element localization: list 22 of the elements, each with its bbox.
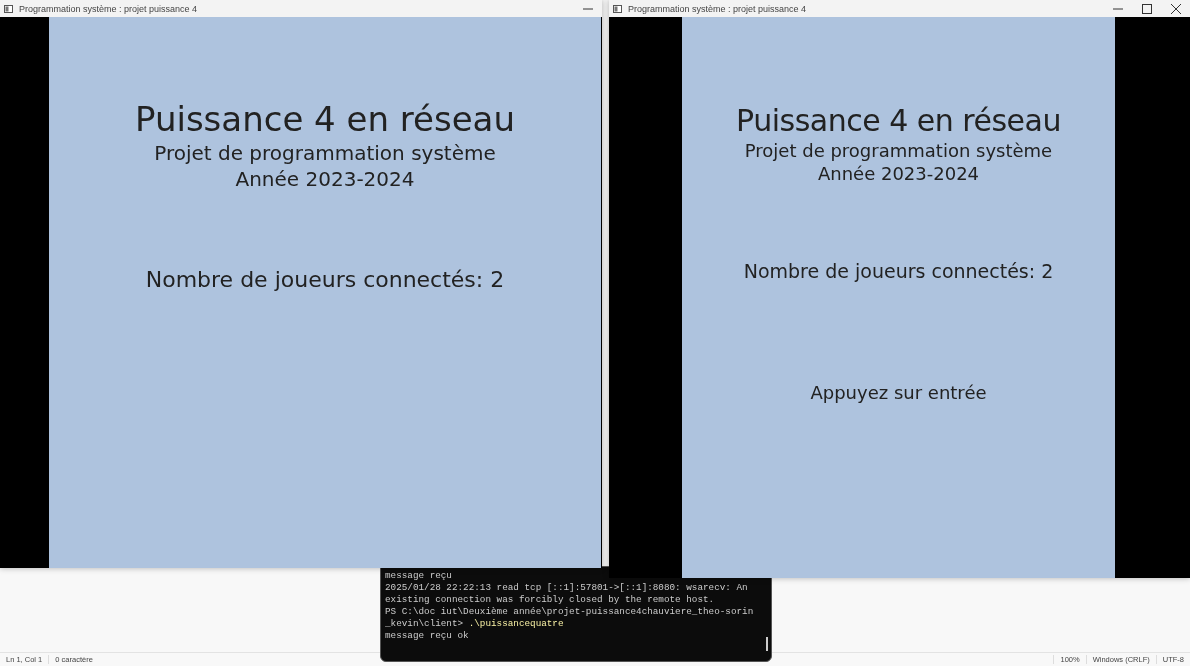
- player-count: Nombre de joueurs connectés: 2: [743, 260, 1054, 282]
- terminal-line: PS C:\doc iut\Deuxième année\projet-puissance4chauviere_theo-sorin: [385, 606, 755, 618]
- prompt-text: Appuyez sur entrée: [810, 382, 987, 403]
- player-count: Nombre de joueurs connectés: 2: [145, 267, 505, 292]
- terminal-line: 2025/01/28 22:22:13 read tcp [::1]:57801->[::1]:8080: wsarecv: An: [385, 582, 749, 594]
- window-title: Programmation système : projet puissance 4: [19, 3, 199, 14]
- terminal-line: message reçu: [385, 570, 453, 582]
- terminal-line: message reçu ok: [385, 630, 470, 642]
- game-title: Puissance 4 en réseau: [736, 103, 1061, 138]
- year-label: Année 2023-2024: [235, 167, 415, 191]
- scrollbar: [766, 637, 768, 651]
- app-icon: [613, 4, 622, 13]
- close-icon: [1170, 3, 1181, 14]
- game-subtitle: Projet de programmation système: [744, 140, 1053, 161]
- maximize-icon: [1141, 3, 1152, 14]
- terminal-line: _kevin\client> .\puissancequatre: [385, 618, 565, 630]
- window-title: Programmation système : projet puissance 4: [628, 3, 808, 14]
- game-title: Puissance 4 en réseau: [135, 99, 515, 139]
- year-label: Année 2023-2024: [817, 163, 980, 184]
- terminal-line: existing connection was forcibly closed by the remote host.: [385, 594, 716, 606]
- game-subtitle: Projet de programmation système: [154, 141, 496, 165]
- app-icon: [4, 4, 13, 13]
